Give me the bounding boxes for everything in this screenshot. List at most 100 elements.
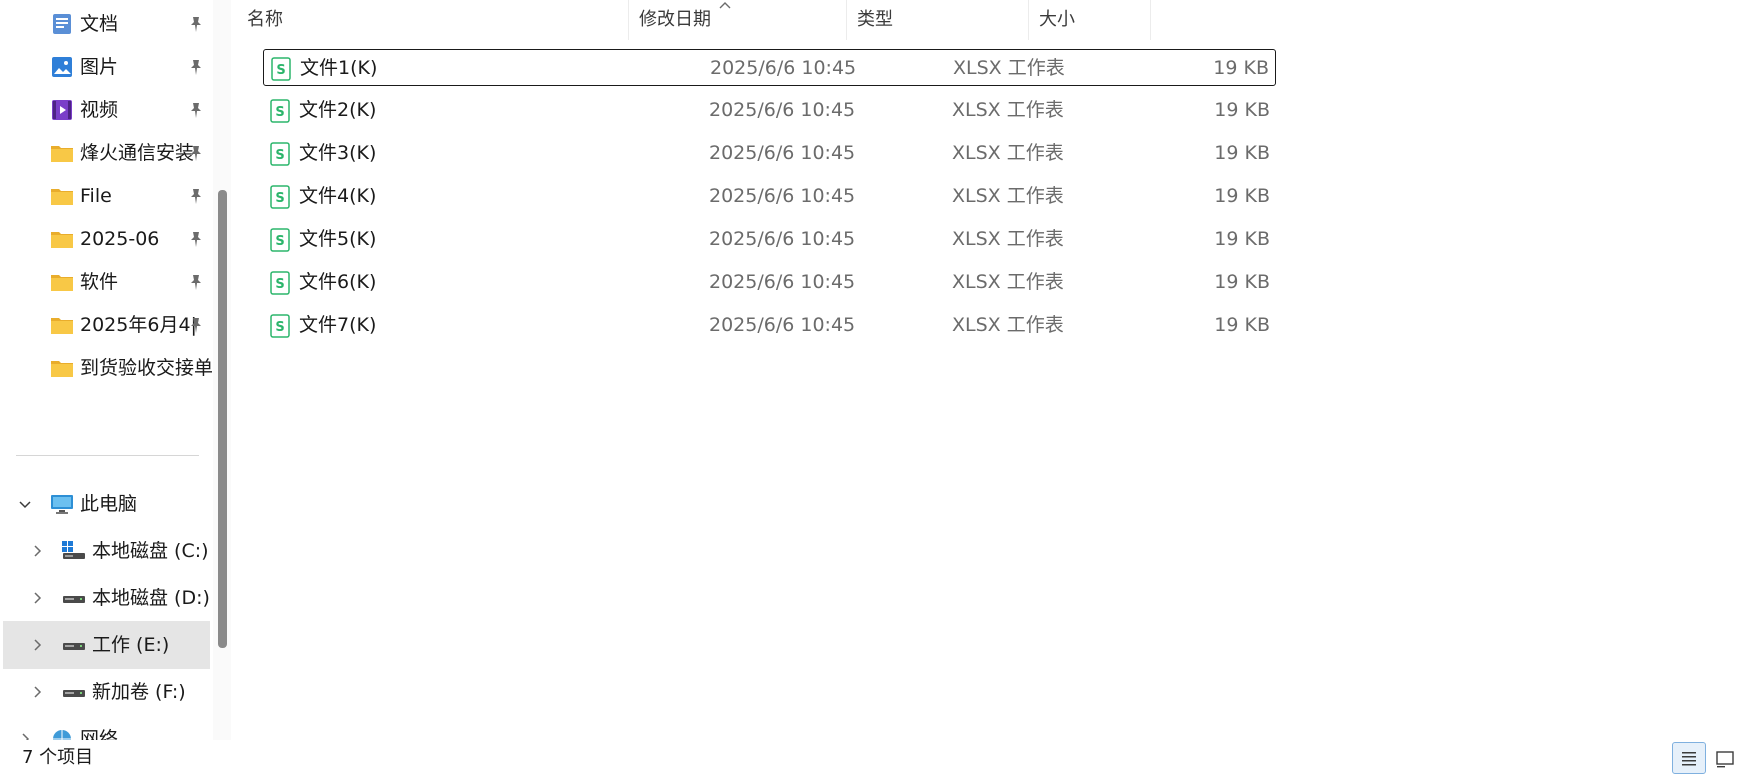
spreadsheet-file-icon: S [270,314,290,338]
folder-icon [51,146,73,162]
file-modified: 2025/6/6 10:45 [709,314,856,336]
pin-icon [191,17,201,32]
file-modified: 2025/6/6 10:45 [710,57,857,79]
file-name: 文件5(K) [299,228,377,250]
videos-icon [52,100,72,120]
file-modified: 2025/6/6 10:45 [709,99,856,121]
nav-item-label: 到货验收交接单 [80,357,212,379]
details-view-button[interactable] [1672,742,1706,774]
table-row[interactable]: S 文件2(K) 2025/6/6 10:45 XLSX 工作表 19 KB [263,92,1276,129]
nav-item-label: 本地磁盘 (C:) [92,540,209,562]
folder-icon [51,189,73,205]
nav-item-label: File [80,185,112,207]
nav-item-label: 文档 [80,13,119,35]
computer-icon [51,495,73,514]
windows-drive-icon [62,541,85,559]
table-row[interactable]: S 文件1(K) 2025/6/6 10:45 XLSX 工作表 19 KB [263,49,1276,86]
folder-icon [51,232,73,248]
pin-icon [191,146,201,161]
svg-text:S: S [275,277,284,292]
file-type: XLSX 工作表 [952,271,1064,293]
table-row[interactable]: S 文件3(K) 2025/6/6 10:45 XLSX 工作表 19 KB [263,135,1276,172]
nav-item-label: 图片 [80,56,119,78]
network-icon [53,730,71,740]
file-name: 文件2(K) [299,99,377,121]
column-header-modified[interactable]: 修改日期 [629,0,846,40]
nav-item-folder[interactable]: 2025年6月4| [0,301,210,349]
spreadsheet-file-icon: S [270,185,290,209]
details-view-icon [1682,752,1696,766]
pin-icon [191,189,201,204]
table-row[interactable]: S 文件7(K) 2025/6/6 10:45 XLSX 工作表 19 KB [263,307,1276,344]
nav-scrollbar-thumb[interactable] [218,190,227,648]
file-name: 文件6(K) [299,271,377,293]
column-header-type[interactable]: 类型 [847,0,1028,40]
nav-item-label: 本地磁盘 (D:) [92,587,210,609]
table-row[interactable]: S 文件5(K) 2025/6/6 10:45 XLSX 工作表 19 KB [263,221,1276,258]
pictures-icon [52,57,72,77]
nav-item-folder[interactable]: 2025-06 [0,215,210,263]
file-size: 19 KB [1214,228,1270,250]
nav-item-drive-d[interactable]: 本地磁盘 (D:) [0,574,210,622]
column-header-size[interactable]: 大小 [1029,0,1150,40]
nav-item-label: 2025年6月4| [80,314,197,336]
nav-item-drive-e[interactable]: 工作 (E:) [3,621,210,669]
spreadsheet-file-icon: S [270,271,290,295]
file-type: XLSX 工作表 [952,228,1064,250]
nav-item-folder[interactable]: File [0,172,210,220]
folder-icon [51,361,73,377]
nav-divider [16,455,199,456]
nav-item-this-pc[interactable]: 此电脑 [0,480,210,528]
file-name: 文件4(K) [299,185,377,207]
file-name: 文件1(K) [300,57,378,79]
nav-item-label: 烽火通信安装 [80,142,195,164]
file-type: XLSX 工作表 [952,142,1064,164]
chevron-right-icon[interactable] [29,543,45,559]
table-row[interactable]: S 文件6(K) 2025/6/6 10:45 XLSX 工作表 19 KB [263,264,1276,301]
documents-icon [53,14,71,34]
file-modified: 2025/6/6 10:45 [709,271,856,293]
file-size: 19 KB [1214,314,1270,336]
nav-item-label: 视频 [80,99,119,121]
drive-icon [63,690,85,697]
navigation-pane: 文档 图片 视频 烽火通信安装 File 2025-06 软件 2025年6月4… [0,0,212,740]
nav-item-network[interactable]: 网络 [0,715,210,740]
nav-item-label: 此电脑 [80,493,138,515]
file-type: XLSX 工作表 [952,314,1064,336]
spreadsheet-file-icon: S [270,142,290,166]
pin-icon [191,103,201,118]
large-icons-view-icon[interactable] [1714,748,1736,770]
svg-text:S: S [275,105,284,120]
nav-item-folder[interactable]: 到货验收交接单 [0,344,212,392]
nav-item-folder[interactable]: 软件 [0,258,210,306]
nav-item-folder[interactable]: 烽火通信安装 [0,129,210,177]
svg-text:S: S [275,148,284,163]
spreadsheet-file-icon: S [270,228,290,252]
column-divider[interactable] [1150,0,1151,40]
chevron-right-icon[interactable] [29,637,45,653]
chevron-right-icon[interactable] [17,731,33,740]
table-row[interactable]: S 文件4(K) 2025/6/6 10:45 XLSX 工作表 19 KB [263,178,1276,215]
svg-text:S: S [275,234,284,249]
chevron-right-icon[interactable] [29,590,45,606]
chevron-down-icon[interactable] [17,496,33,512]
chevron-right-icon[interactable] [29,684,45,700]
nav-item-drive-c[interactable]: 本地磁盘 (C:) [0,527,210,575]
file-name: 文件7(K) [299,314,377,336]
nav-item-documents[interactable]: 文档 [0,0,210,48]
nav-item-drive-f[interactable]: 新加卷 (F:) [0,668,210,716]
column-header-name[interactable]: 名称 [237,0,628,40]
pin-icon [191,60,201,75]
nav-item-videos[interactable]: 视频 [0,86,210,134]
file-modified: 2025/6/6 10:45 [709,185,856,207]
spreadsheet-file-icon: S [270,99,290,123]
nav-item-label: 软件 [80,271,119,293]
nav-item-label: 2025-06 [80,228,160,250]
nav-item-pictures[interactable]: 图片 [0,43,210,91]
pin-icon [191,232,201,247]
svg-text:S: S [275,191,284,206]
file-type: XLSX 工作表 [953,57,1065,79]
folder-icon [51,318,73,334]
file-size: 19 KB [1214,99,1270,121]
nav-item-label: 新加卷 (F:) [92,681,186,703]
